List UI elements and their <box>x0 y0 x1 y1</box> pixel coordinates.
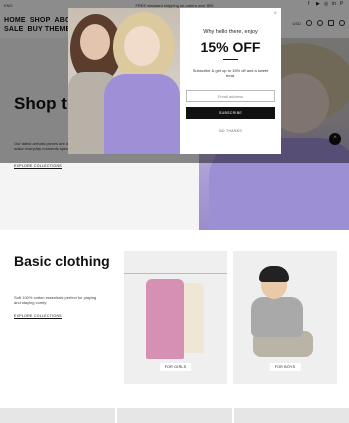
card-tag[interactable]: FOR BOYS <box>269 363 301 371</box>
section-explore-link[interactable]: EXPLORE COLLECTIONS <box>14 314 62 319</box>
popup-headline: 15% OFF <box>200 39 261 55</box>
category-card-boys[interactable]: FOR BOYS <box>233 251 337 384</box>
section-description: Soft 100% cotton essentials perfect for … <box>14 295 97 305</box>
popup-body: Why hello there, enjoy 15% OFF Subscribe… <box>180 8 281 154</box>
card-tag[interactable]: FOR GIRLS <box>159 363 192 371</box>
newsletter-popup: × Why hello there, enjoy 15% OFF Subscri… <box>68 8 281 154</box>
no-thanks-link[interactable]: NO THANKS <box>180 129 281 133</box>
category-card-girls[interactable]: FOR GIRLS <box>124 251 227 384</box>
popup-greeting: Why hello there, enjoy <box>203 29 258 35</box>
popup-subtext: Subscribe & get up to 15% off and a swee… <box>192 68 269 78</box>
divider <box>223 59 238 60</box>
next-section-preview <box>0 408 349 423</box>
subscribe-button[interactable]: SUBSCRIBE <box>186 107 275 119</box>
hero-explore-link[interactable]: EXPLORE COLLECTIONS <box>14 164 62 169</box>
page: ENG FREE standard shipping on orders ove… <box>0 0 349 423</box>
section-title: Basic clothing <box>14 253 110 269</box>
popup-image <box>68 8 180 154</box>
email-field[interactable]: Email address <box>186 90 275 102</box>
basic-clothing-section: Basic clothing Soft 100% cotton essentia… <box>0 230 349 410</box>
